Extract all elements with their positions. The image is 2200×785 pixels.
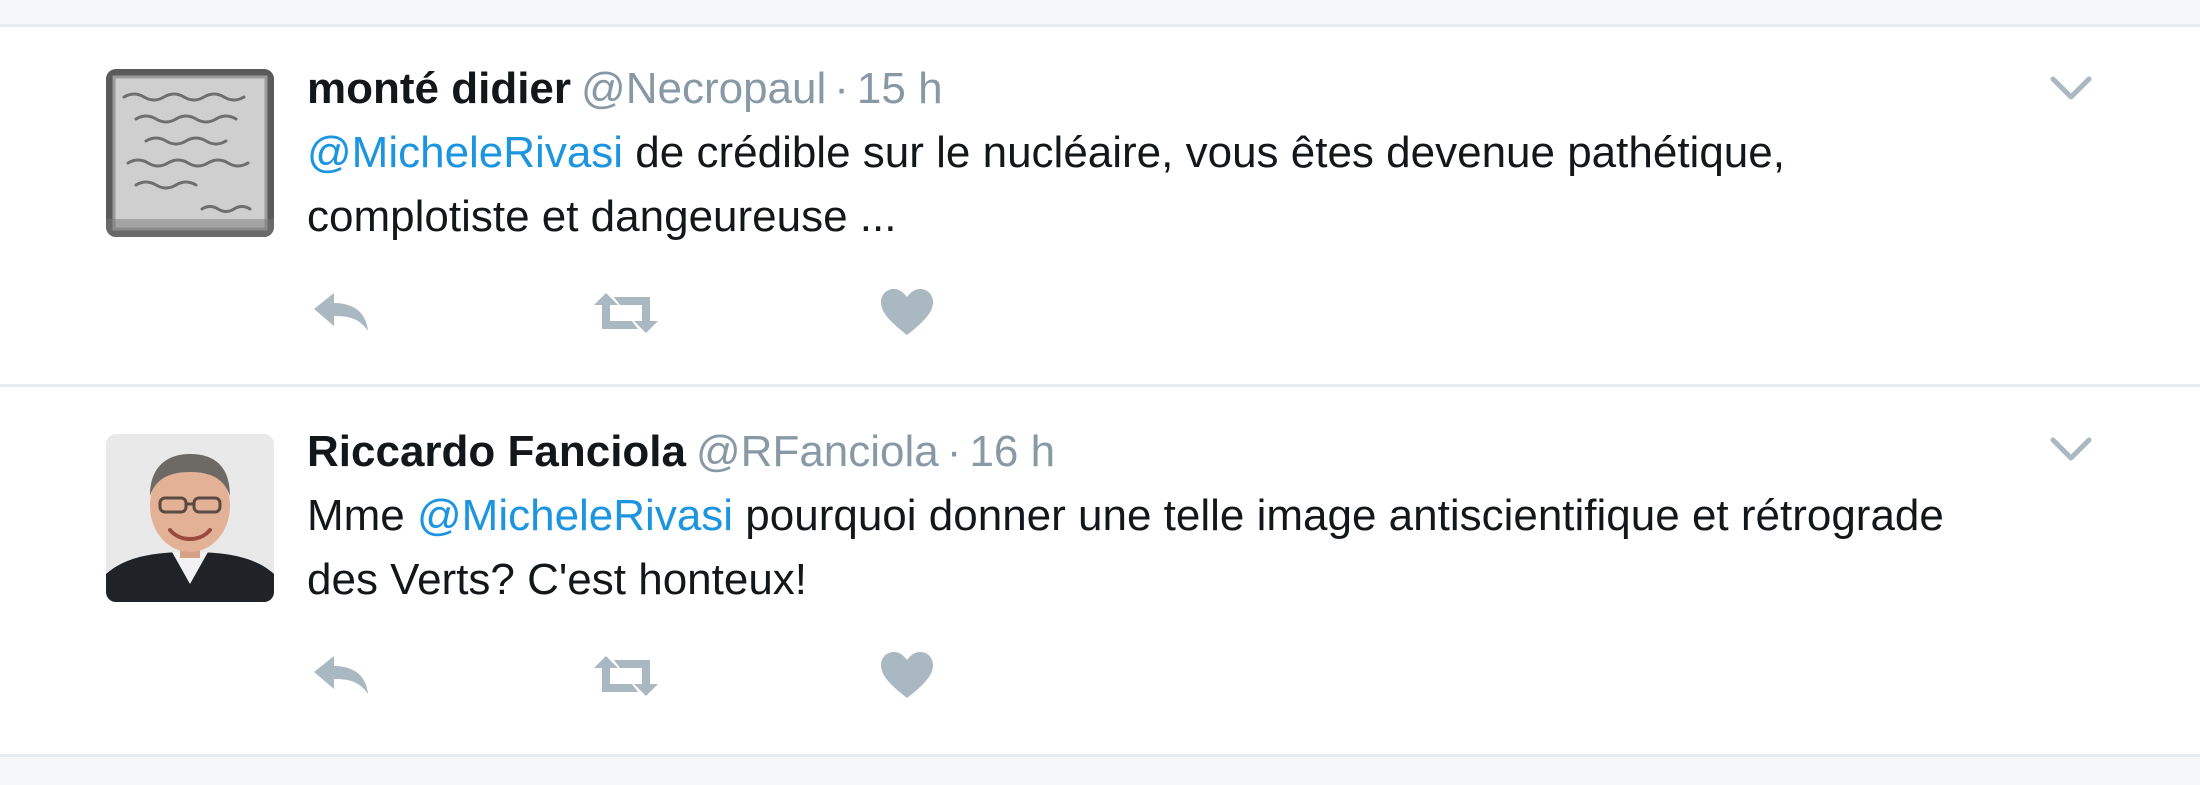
tweet-header: Riccardo Fanciola @RFanciola · 16 h [307,424,1055,480]
timeline-top-divider [0,0,2200,27]
tweet-text: Mme @MicheleRivasi pourquoi donner une t… [307,484,1987,612]
avatar[interactable] [106,69,274,237]
photo-man-avatar [106,434,274,602]
separator: · [834,64,849,113]
mention-link[interactable]: @MicheleRivasi [417,491,733,540]
timestamp[interactable]: 15 h [857,64,943,113]
heart-icon [881,289,933,335]
separator: · [946,427,962,476]
fullname[interactable]: monté didier [307,64,571,113]
like-button[interactable] [879,648,935,704]
heart-icon [881,652,933,698]
tweet-text: @MicheleRivasi de crédible sur le nucléa… [307,121,1987,249]
reply-icon [314,293,368,331]
chevron-down-icon[interactable] [2048,434,2094,464]
reply-button[interactable] [310,285,372,341]
like-button[interactable] [879,285,935,341]
retweet-icon [594,293,658,333]
reply-icon [314,656,368,694]
timeline-bottom-divider [0,754,2200,785]
timestamp[interactable]: 16 h [969,427,1055,476]
username[interactable]: @RFanciola [696,427,939,476]
chevron-down-icon[interactable] [2048,73,2094,103]
avatar[interactable] [106,434,274,602]
retweet-icon [594,656,658,696]
username[interactable]: @Necropaul [581,64,826,113]
tweet-header: monté didier @Necropaul · 15 h [307,61,943,117]
tweet[interactable]: monté didier @Necropaul · 15 h @MicheleRiva… [0,27,2200,387]
tweet[interactable]: Riccardo Fanciola @RFanciola · 16 h Mme @Mi… [0,390,2200,754]
fullname[interactable]: Riccardo Fanciola [307,427,686,476]
mention-link[interactable]: @MicheleRivasi [307,128,623,177]
tweet-text-prefix: Mme [307,491,417,540]
photo-quote-avatar [106,69,274,237]
retweet-button[interactable] [590,285,662,341]
retweet-button[interactable] [590,648,662,704]
reply-button[interactable] [310,648,372,704]
